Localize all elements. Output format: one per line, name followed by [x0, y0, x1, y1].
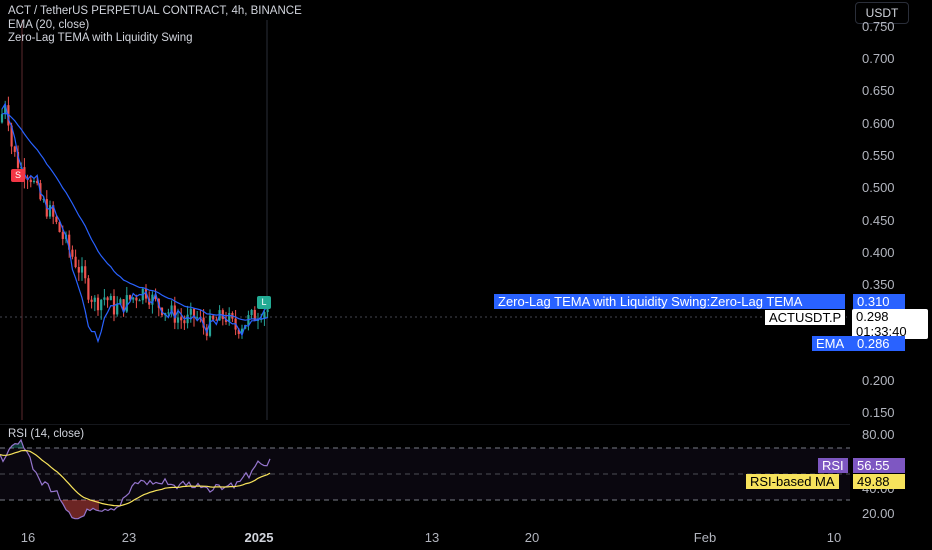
candle-body	[176, 317, 180, 323]
candle-body	[0, 114, 4, 123]
candle-body	[96, 297, 100, 311]
time-tick: 16	[20, 530, 36, 545]
price-chart[interactable]	[0, 0, 850, 422]
zlt-name-tag: Zero-Lag TEMA with Liquidity Swing:Zero-…	[494, 294, 845, 309]
candle-body	[80, 266, 84, 273]
rsi-legend[interactable]: RSI (14, close)	[8, 428, 84, 440]
candle-body	[109, 296, 112, 301]
price-tick: 0.200	[862, 373, 895, 388]
rsi-chart[interactable]	[0, 424, 850, 524]
ema-name-tag: EMA	[812, 336, 856, 351]
price-tick: 0.750	[862, 19, 895, 34]
candle-body	[183, 320, 186, 324]
candle-body	[13, 146, 16, 152]
candle-body	[93, 297, 96, 302]
candle-body	[84, 266, 87, 279]
candle-body	[186, 314, 189, 324]
price-tick: 0.600	[862, 116, 895, 131]
candle-body	[74, 256, 77, 268]
candle-body	[100, 299, 103, 311]
candle-body	[116, 304, 119, 315]
time-tick: 20	[524, 530, 540, 545]
candle-body	[125, 295, 128, 312]
candle-body	[266, 309, 269, 313]
zlt-value-tag: 0.310	[853, 294, 905, 309]
candle-body	[77, 267, 80, 273]
candle-body	[32, 180, 36, 183]
candle-body	[132, 297, 135, 300]
candle-body	[173, 305, 176, 323]
candle-body	[250, 309, 253, 316]
time-tick: 23	[121, 530, 137, 545]
rsi-value-tag: 56.55	[853, 458, 905, 473]
ema-line	[1, 112, 268, 321]
last-price-value: 0.298	[856, 309, 889, 324]
candle-body	[61, 232, 64, 239]
candle-body	[106, 297, 109, 301]
price-tick: 0.550	[862, 148, 895, 163]
candle-body	[189, 308, 192, 315]
symbol-title[interactable]: ACT / TetherUS PERPETUAL CONTRACT, 4h, B…	[8, 5, 302, 17]
time-tick: Feb	[693, 530, 717, 545]
price-tick: 0.650	[862, 83, 895, 98]
rsi-ma-name-tag: RSI-based MA	[746, 474, 839, 489]
time-tick: 10	[826, 530, 842, 545]
candle-body	[167, 312, 170, 314]
price-tick: 0.700	[862, 51, 895, 66]
candle-body	[71, 249, 74, 257]
candle-body	[196, 317, 199, 319]
zero-lag-tema-line	[1, 102, 268, 344]
candle-body	[87, 278, 90, 300]
candle-body	[138, 300, 141, 302]
last-price-tag: 0.298 01:33:40	[852, 309, 928, 339]
price-tick: 0.500	[862, 180, 895, 195]
candle-body	[48, 205, 52, 217]
price-tick: 0.350	[862, 277, 895, 292]
candle-body	[212, 315, 215, 320]
ema-legend[interactable]: EMA (20, close)	[8, 19, 89, 31]
sell-signal-marker[interactable]: S	[11, 169, 25, 182]
time-tick: 13	[424, 530, 440, 545]
price-tick: 0.400	[862, 245, 895, 260]
candle-body	[29, 179, 32, 183]
rsi-tick: 20.00	[862, 506, 895, 521]
zlt-legend[interactable]: Zero-Lag TEMA with Liquidity Swing	[8, 32, 193, 44]
candle-group	[0, 96, 269, 341]
symbol-name-tag: ACTUSDT.P	[764, 309, 847, 326]
price-tick: 0.150	[862, 405, 895, 420]
price-tick: 0.450	[862, 213, 895, 228]
rsi-ma-value-tag: 49.88	[853, 474, 905, 489]
time-tick: 2025	[244, 530, 274, 545]
candle-body	[103, 297, 106, 300]
ema-value-tag: 0.286	[853, 336, 905, 351]
long-signal-marker[interactable]: L	[257, 296, 271, 309]
candle-body	[135, 297, 138, 301]
rsi-tick: 80.00	[862, 427, 895, 442]
candle-body	[90, 299, 93, 302]
candle-body	[180, 317, 183, 321]
rsi-name-tag: RSI	[818, 458, 848, 473]
